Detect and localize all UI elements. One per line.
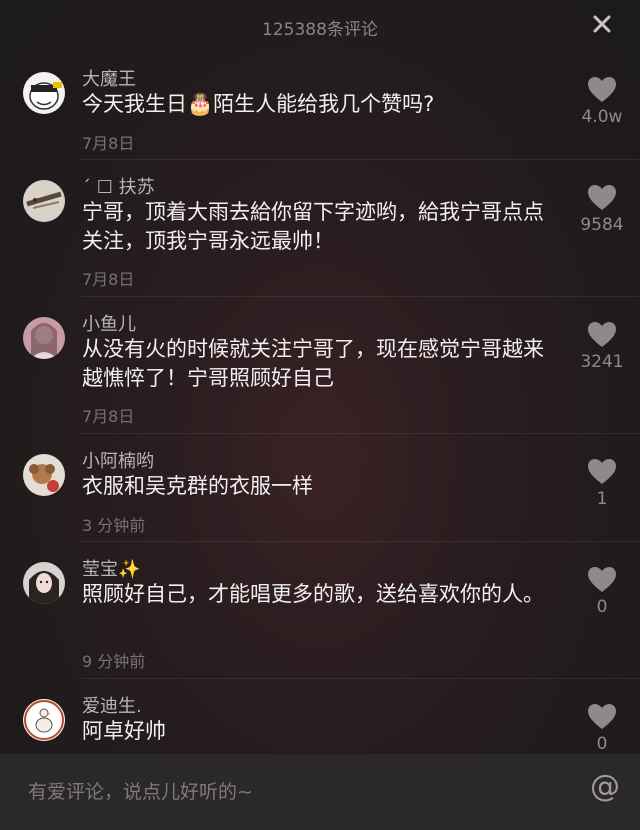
- like-count: 0: [596, 734, 608, 754]
- comment-username[interactable]: 小阿楠哟: [82, 447, 154, 473]
- comment-username[interactable]: 小鱼儿: [82, 310, 136, 336]
- comments-header: 125388条评论: [0, 0, 640, 52]
- comment-username[interactable]: 爱迪生.: [82, 692, 142, 718]
- comment-input-bar: @: [0, 754, 640, 830]
- heart-icon: [588, 459, 616, 484]
- comment-text: 宁哥，顶着大雨去給你留下字迹哟，給我宁哥点点关注，顶我宁哥永远最帅！: [82, 200, 544, 253]
- comment-username[interactable]: 莹宝✨: [82, 555, 140, 581]
- comment-text: 阿卓好帅: [82, 719, 166, 743]
- like-count: 4.0w: [581, 107, 623, 127]
- comment-date: 7月8日: [82, 270, 135, 289]
- like-button[interactable]: 9584: [572, 184, 632, 235]
- comment-list[interactable]: 大魔王 今天我生日🎂陌生人能给我几个赞吗? 7月8日 4.0w ˊ ☐ 扶苏 宁…: [0, 52, 640, 754]
- comment-text: 今天我生日🎂陌生人能给我几个赞吗?: [82, 92, 435, 116]
- comment-input[interactable]: [26, 776, 550, 808]
- comment-date: 3 分钟前: [82, 516, 146, 535]
- comment-item: 大魔王 今天我生日🎂陌生人能给我几个赞吗? 7月8日 4.0w: [0, 52, 640, 160]
- heart-icon: [588, 322, 616, 347]
- like-button[interactable]: 4.0w: [572, 76, 632, 127]
- comment-username[interactable]: 大魔王: [82, 65, 136, 91]
- handwriting-photo-avatar[interactable]: [23, 180, 65, 222]
- heart-icon: [588, 185, 616, 210]
- comment-item: 莹宝✨ 照顾好自己，才能唱更多的歌，送给喜欢你的人。 9 分钟前 0: [0, 542, 640, 679]
- like-count: 9584: [580, 215, 624, 235]
- girl-selfie-avatar[interactable]: [23, 562, 65, 604]
- like-button[interactable]: 1: [572, 458, 632, 509]
- puppy-photo-avatar[interactable]: [23, 454, 65, 496]
- heart-icon: [588, 77, 616, 102]
- comment-date: 9 分钟前: [82, 652, 146, 671]
- comment-text: 照顾好自己，才能唱更多的歌，送给喜欢你的人。: [82, 582, 544, 606]
- meme-face-avatar[interactable]: [23, 72, 65, 114]
- comment-text: 从没有火的时候就关注宁哥了，现在感觉宁哥越来越憔悴了！宁哥照顾好自己: [82, 337, 544, 390]
- comment-item: 小阿楠哟 衣服和吴克群的衣服一样 3 分钟前 1: [0, 434, 640, 542]
- like-count: 0: [596, 597, 608, 617]
- like-count: 1: [596, 489, 608, 509]
- girl-photo-avatar[interactable]: [23, 317, 65, 359]
- like-button[interactable]: 3241: [572, 321, 632, 372]
- at-icon[interactable]: @: [590, 769, 620, 804]
- comment-date: 7月8日: [82, 134, 135, 153]
- comment-username[interactable]: ˊ ☐ 扶苏: [82, 173, 155, 199]
- close-icon[interactable]: [590, 12, 614, 36]
- heart-icon: [588, 704, 616, 729]
- like-button[interactable]: 0: [572, 703, 632, 754]
- goose-cartoon-avatar[interactable]: [23, 699, 65, 741]
- comment-item: 小鱼儿 从没有火的时候就关注宁哥了，现在感觉宁哥越来越憔悴了！宁哥照顾好自己 7…: [0, 297, 640, 434]
- comment-date: 7月8日: [82, 407, 135, 426]
- like-count: 3241: [580, 352, 624, 372]
- like-button[interactable]: 0: [572, 566, 632, 617]
- heart-icon: [588, 567, 616, 592]
- comment-item: 爱迪生. 阿卓好帅 0: [0, 679, 640, 754]
- comment-text: 衣服和吴克群的衣服一样: [82, 474, 313, 498]
- comment-count-title: 125388条评论: [262, 20, 378, 40]
- comment-item: ˊ ☐ 扶苏 宁哥，顶着大雨去給你留下字迹哟，給我宁哥点点关注，顶我宁哥永远最帅…: [0, 160, 640, 297]
